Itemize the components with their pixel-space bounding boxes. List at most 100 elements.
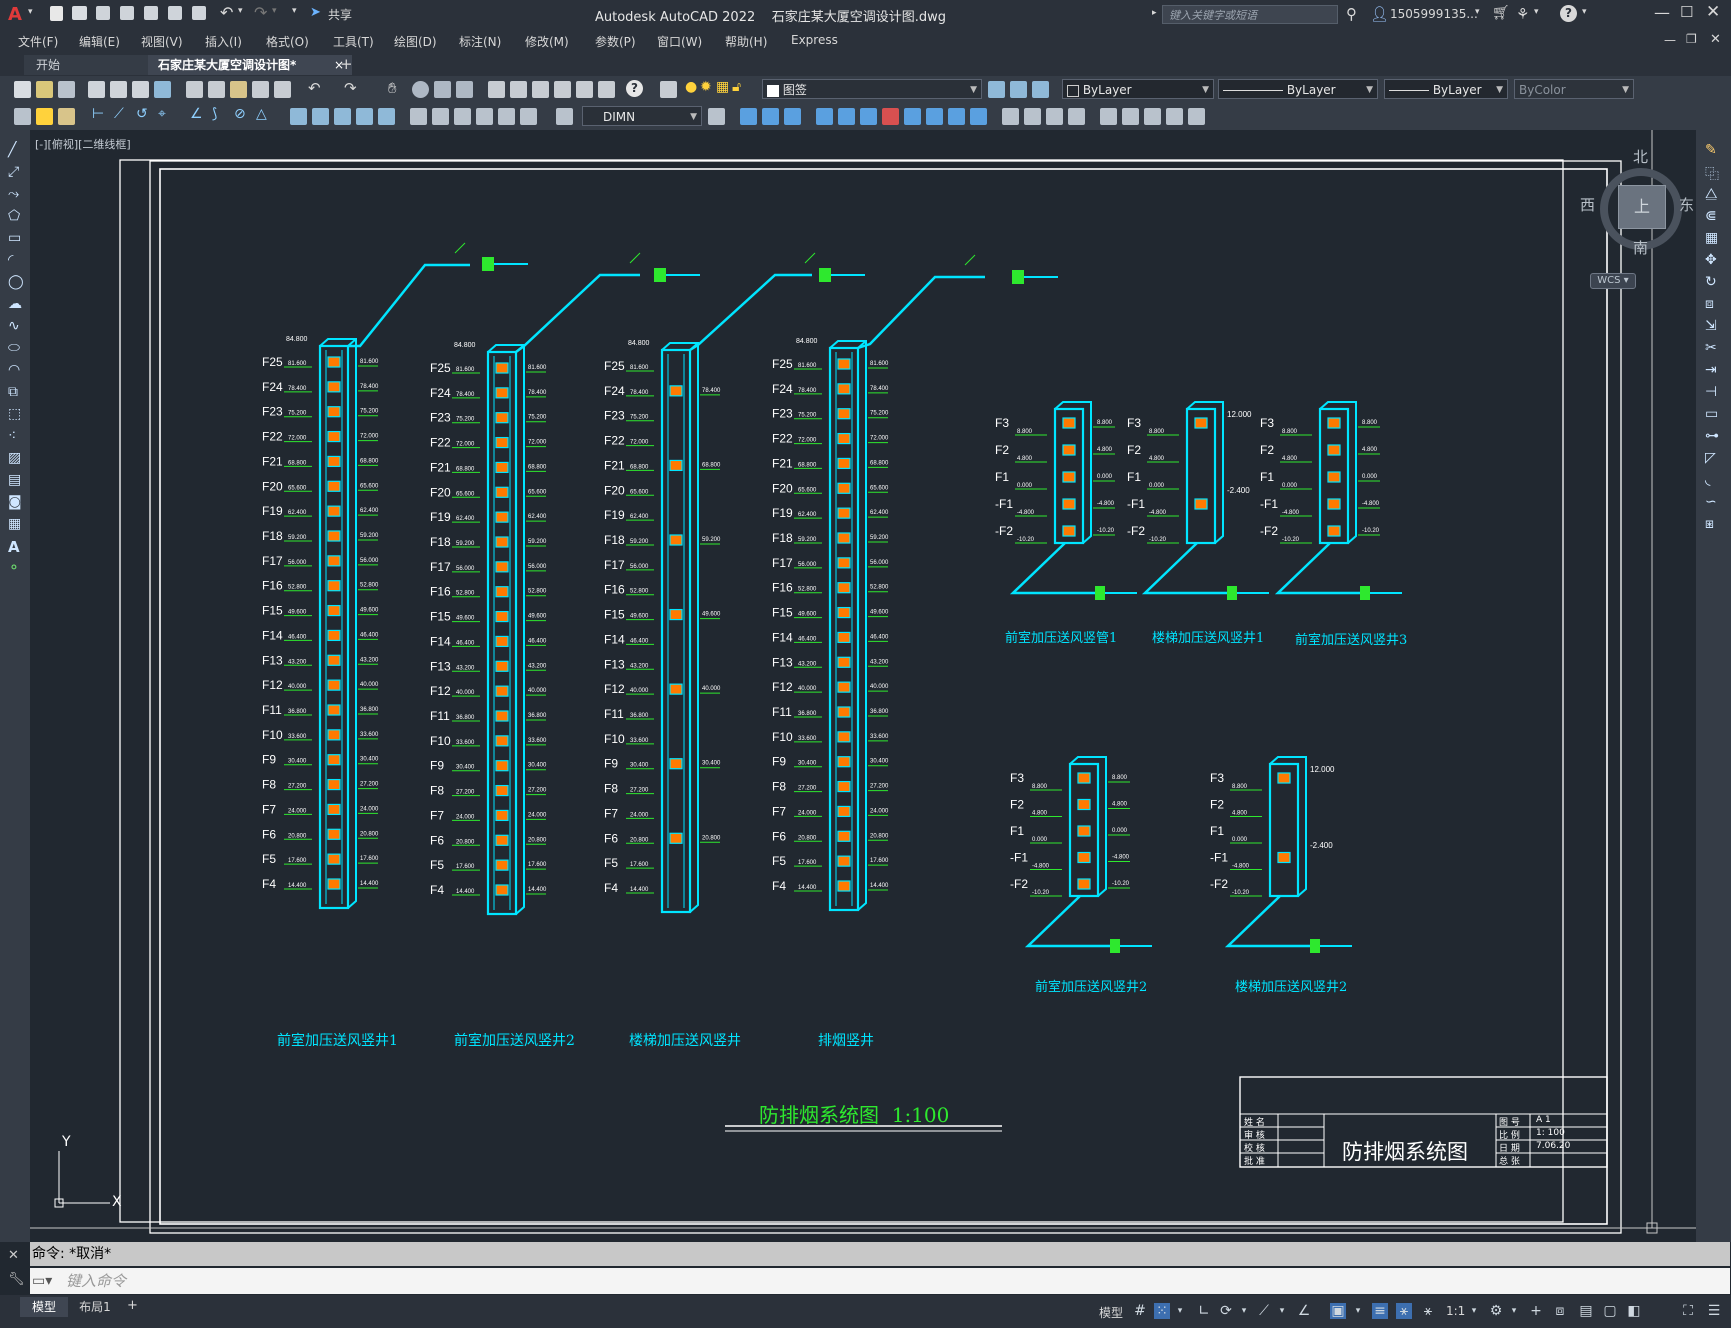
autocad-logo-icon[interactable]: A: [8, 4, 22, 25]
viewcube-west[interactable]: 西: [1580, 194, 1595, 215]
dim-linear-icon[interactable]: [14, 108, 31, 125]
point-icon[interactable]: ⁖: [8, 428, 16, 444]
isodraft-icon[interactable]: ⟋: [1256, 1303, 1272, 1319]
fillet-icon[interactable]: ◟: [1705, 472, 1710, 488]
save-file-icon[interactable]: [58, 81, 75, 98]
jogged-linear-icon[interactable]: [410, 108, 427, 125]
array-icon[interactable]: ▦: [1705, 230, 1718, 246]
osnap-icon[interactable]: ▣: [1330, 1303, 1346, 1319]
tab-drawing[interactable]: 石家庄某大厦空调设计图* ×: [148, 55, 352, 75]
fullscreen-icon[interactable]: ⛶: [1680, 1303, 1696, 1319]
gradient-icon[interactable]: ▤: [8, 472, 21, 488]
open-file-icon[interactable]: [36, 81, 53, 98]
osnap-dropdown-icon[interactable]: ▾: [1350, 1303, 1366, 1319]
new-icon[interactable]: [50, 6, 63, 21]
help-dropdown-icon[interactable]: ▾: [1582, 7, 1587, 17]
cmd-close-icon[interactable]: ✕: [8, 1248, 19, 1263]
modify-offset-icon[interactable]: [784, 108, 801, 125]
user-name[interactable]: 1505999135...: [1390, 7, 1478, 21]
line-icon[interactable]: ╱: [8, 142, 16, 158]
modify-copy-icon[interactable]: [740, 108, 757, 125]
modify-rotate-icon[interactable]: [860, 108, 877, 125]
explode-icon[interactable]: ⧆: [1705, 516, 1714, 532]
region-icon[interactable]: ◙: [8, 494, 22, 510]
close-window-button[interactable]: ✕: [1706, 2, 1720, 22]
menu-format[interactable]: 格式(O): [266, 33, 309, 50]
break-icon[interactable]: ▭: [1705, 406, 1718, 422]
layer-on-icon[interactable]: ●: [685, 79, 697, 95]
offset-icon[interactable]: ⋐: [1705, 208, 1717, 224]
dim-radius-icon[interactable]: ⟋: [114, 106, 124, 122]
plot-icon[interactable]: [192, 6, 206, 20]
annotation-monitor-icon[interactable]: +: [1528, 1303, 1544, 1319]
dim-edit-icon[interactable]: [432, 108, 449, 125]
dim-jogged-icon[interactable]: ↺: [136, 106, 148, 122]
dim-style-manager-icon[interactable]: [708, 108, 725, 125]
share-icon[interactable]: ➤: [310, 5, 321, 20]
dim-break-icon[interactable]: [312, 108, 329, 125]
calculator-icon[interactable]: [598, 81, 615, 98]
workspace-dropdown-icon[interactable]: ▾: [1506, 1303, 1522, 1319]
snap-dropdown-icon[interactable]: ▾: [1172, 1303, 1188, 1319]
insert-block-icon[interactable]: ⧉: [8, 384, 18, 400]
dim-baseline-icon[interactable]: ⊘: [234, 106, 246, 122]
wcs-menu[interactable]: WCS ▾: [1590, 273, 1636, 289]
dim-override-icon[interactable]: [556, 108, 573, 125]
construction-line-icon[interactable]: ⤢: [8, 164, 19, 180]
publish-icon[interactable]: [132, 81, 149, 98]
modify-stretch-icon[interactable]: [904, 108, 921, 125]
menu-dimension[interactable]: 标注(N): [459, 33, 501, 50]
drawing-viewport[interactable]: [-][俯视][二维线框] 84.800 F25 81.600 81.600 F24 78…: [30, 130, 1696, 1242]
sheet-set-icon[interactable]: [554, 81, 571, 98]
cut-icon[interactable]: [186, 81, 203, 98]
dim-continue-icon[interactable]: △: [256, 106, 267, 122]
viewcube[interactable]: 上 北 南 西 东: [1580, 146, 1694, 257]
undo-tool-icon[interactable]: ↶: [308, 79, 321, 97]
dim-space-icon[interactable]: [290, 108, 307, 125]
doc-minimize-button[interactable]: —: [1664, 33, 1676, 47]
modify-mirror-icon[interactable]: [762, 108, 779, 125]
redo-icon[interactable]: ↷: [254, 3, 267, 22]
layer-match-icon[interactable]: [1032, 81, 1049, 98]
menu-tools[interactable]: 工具(T): [333, 33, 374, 50]
polar-icon[interactable]: ⟳: [1218, 1303, 1234, 1319]
tool-palettes-icon[interactable]: [532, 81, 549, 98]
maximize-button[interactable]: ☐: [1680, 3, 1693, 21]
dim-oblique-icon[interactable]: [498, 108, 515, 125]
modify-trim-icon[interactable]: [926, 108, 943, 125]
center-mark-icon[interactable]: [356, 108, 373, 125]
modify-extend-icon[interactable]: [948, 108, 965, 125]
ellipse-arc-icon[interactable]: ◠: [8, 362, 20, 378]
add-selected-icon[interactable]: ⚬: [8, 560, 20, 576]
layer-properties-icon[interactable]: [660, 81, 677, 98]
menu-draw[interactable]: 绘图(D): [394, 33, 437, 50]
cmd-customize-icon[interactable]: 🔧︎: [8, 1272, 25, 1287]
scale-dropdown-icon[interactable]: ▾: [1466, 1303, 1482, 1319]
redo-dropdown-icon[interactable]: ▾: [272, 6, 277, 16]
save-icon[interactable]: [96, 6, 110, 20]
spline-icon[interactable]: ∿: [8, 318, 20, 334]
lineweight-dropdown[interactable]: ByLayer ▼: [1384, 79, 1508, 99]
auto-scale-icon[interactable]: ⚹: [1420, 1303, 1436, 1319]
search-expand-icon[interactable]: ▸: [1152, 8, 1157, 18]
layout-tab-layout1[interactable]: 布局1: [70, 1297, 120, 1317]
annotation-scale[interactable]: 1:1: [1446, 1304, 1465, 1318]
menu-window[interactable]: 窗口(W): [657, 33, 702, 50]
trim-icon[interactable]: ✂: [1705, 340, 1717, 356]
undo-icon[interactable]: ↶: [220, 3, 233, 22]
layer-previous-icon[interactable]: [1010, 81, 1027, 98]
menu-parametric[interactable]: 参数(P): [595, 33, 636, 50]
3d-print-icon[interactable]: [154, 81, 171, 98]
layer-dropdown[interactable]: 图签 ▼: [762, 79, 982, 99]
dim-text-edit-icon[interactable]: [454, 108, 471, 125]
hardware-accel-icon[interactable]: ▢: [1602, 1303, 1618, 1319]
lineweight-icon[interactable]: ≡: [1372, 1303, 1388, 1319]
dim-update-icon[interactable]: [476, 108, 493, 125]
copy-icon[interactable]: [208, 81, 225, 98]
modify-explode-icon[interactable]: [1100, 108, 1117, 125]
design-center-icon[interactable]: [510, 81, 527, 98]
print-preview-icon[interactable]: [110, 81, 127, 98]
hatch-icon[interactable]: ▨: [8, 450, 21, 466]
autodesk-app-icon[interactable]: ⚘: [1516, 5, 1529, 23]
search-icon[interactable]: ⚲: [1346, 5, 1357, 23]
